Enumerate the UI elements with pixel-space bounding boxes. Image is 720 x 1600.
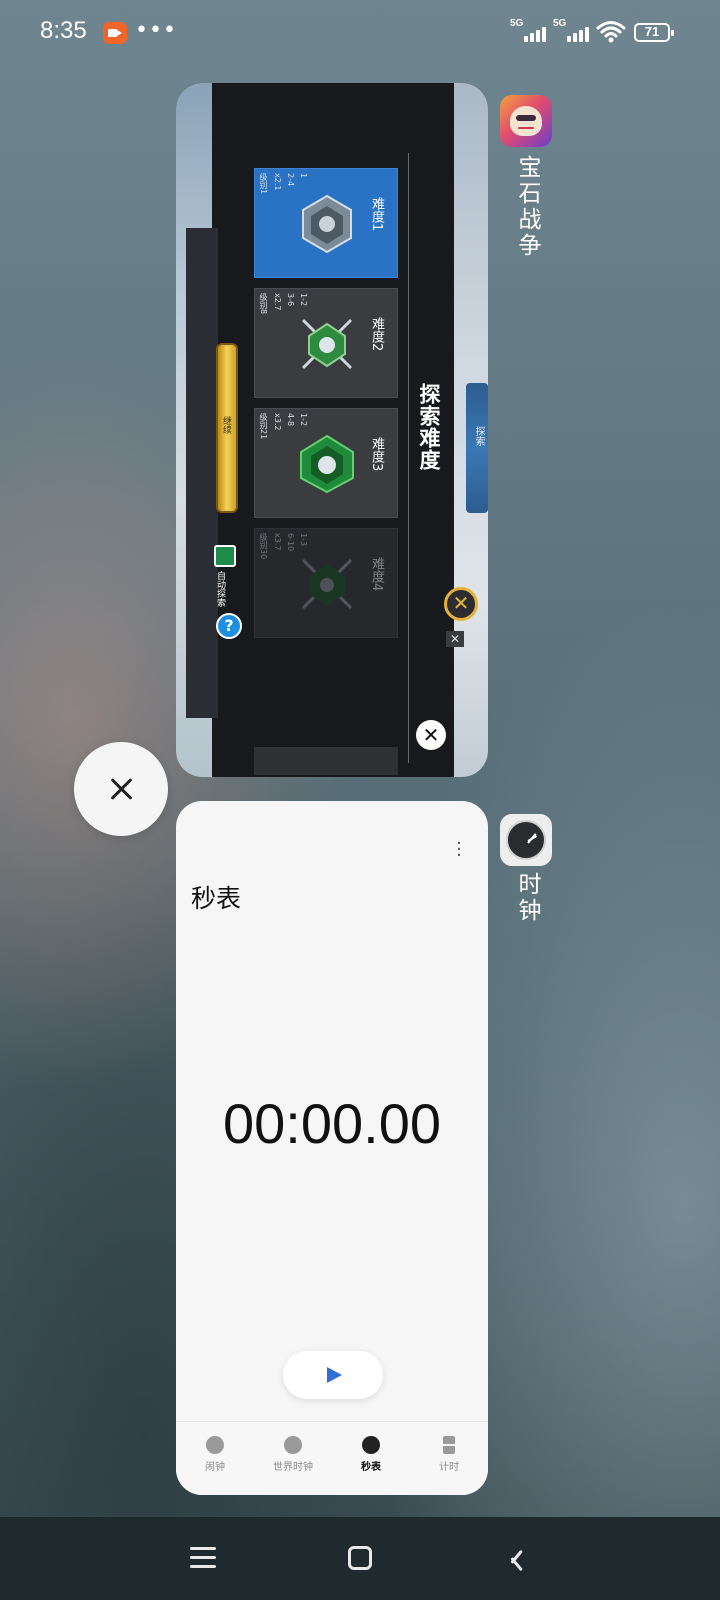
back-icon[interactable] [508,1546,526,1572]
recent-card-gem-wars[interactable]: 继续 自动探索 ? 级别1 x2.1 2-4 1 难度1 级别8 x2.7 3-… [176,83,488,777]
checkbox-icon [214,545,236,567]
crossed-swords-emblem-icon [301,558,353,610]
screen-record-icon [103,22,127,44]
timer-icon [443,1436,455,1454]
explore-banner [466,383,488,513]
world-clock-icon [284,1436,302,1454]
stopwatch-title: 秒表 [191,884,242,913]
difficulty-tile-3: 级别21 x3.2 4-8 1-2 难度3 [254,408,398,518]
sword-emblem-icon [301,318,353,370]
game-small-close-icon: ✕ [446,631,464,647]
status-time: 8:35 [40,17,87,44]
help-icon: ? [216,613,242,639]
stopwatch-icon [362,1436,380,1454]
game-close-icon: ✕ [444,587,478,621]
clock-tab-bar: 闹钟 世界时钟 秒表 计时 [176,1421,488,1495]
tab-stopwatch: 秒表 [332,1436,410,1473]
app-name-gem-wars: 宝石战争 [514,155,540,259]
stopwatch-time: 00:00.00 [223,1092,441,1155]
clear-all-button[interactable] [74,742,168,836]
green-shield-emblem-icon [300,434,354,494]
difficulty-tile-4: 级别30 x3.7 6-10 1-3 难度4 [254,528,398,638]
more-notifications-icon: ••• [135,18,177,43]
system-navigation-bar [0,1517,720,1600]
wifi-icon [596,21,626,43]
signal-icon-sim2: 5G [553,18,595,42]
continue-label: 继续 [221,416,231,434]
close-card-button[interactable]: ✕ [416,720,446,750]
play-button [283,1351,383,1399]
more-options-icon: · · · [456,833,462,866]
home-icon[interactable] [348,1546,372,1570]
clock-app-icon[interactable] [500,814,552,866]
shield-emblem-icon [302,194,352,254]
tab-alarm: 闹钟 [176,1436,254,1473]
difficulty-tile-1: 级别1 x2.1 2-4 1 难度1 [254,168,398,278]
gem-wars-app-icon[interactable] [500,95,552,147]
explore-difficulty-title: 探索难度 [417,383,441,471]
status-bar: 8:35 ••• 5G 5G 71 [0,0,720,66]
signal-icon-sim1: 5G [510,18,552,42]
auto-explore-toggle: 自动探索 [214,545,240,615]
battery-icon: 71 [634,23,674,42]
menu-icon[interactable] [190,1547,216,1569]
tab-timer: 计时 [410,1436,488,1473]
alarm-icon [206,1436,224,1454]
tab-world-clock: 世界时钟 [254,1436,332,1473]
difficulty-tile-2: 级别8 x2.7 3-6 1-2 难度2 [254,288,398,398]
difficulty-tile-5-partial [254,747,398,775]
recent-card-clock[interactable]: · · · 秒表 00:00.00 闹钟 世界时钟 秒表 计时 [176,801,488,1495]
app-name-clock: 时钟 [514,872,540,924]
battery-level: 71 [644,24,660,39]
